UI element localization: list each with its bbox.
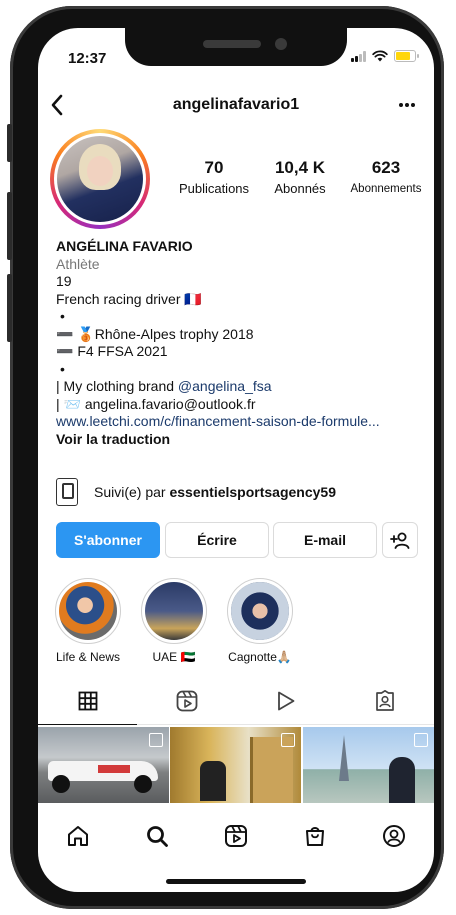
shop-bag-icon[interactable] bbox=[303, 824, 327, 848]
post-thumbnail[interactable] bbox=[38, 727, 169, 803]
bio-line: ➖ F4 FFSA 2021 bbox=[56, 343, 168, 359]
notch bbox=[125, 28, 347, 66]
profile-bio: ANGÉLINA FAVARIO Athlète 19 French racin… bbox=[56, 238, 426, 448]
followed-by-account: essentielsportsagency59 bbox=[169, 484, 336, 500]
speaker bbox=[203, 40, 261, 48]
volume-down-button bbox=[7, 274, 12, 342]
more-options-icon[interactable] bbox=[398, 102, 416, 108]
bottom-navigation bbox=[38, 814, 434, 858]
volume-up-button bbox=[7, 192, 12, 260]
bio-line: | My clothing brand @angelina_fsa bbox=[56, 378, 426, 396]
brand-mention-link[interactable]: @angelina_fsa bbox=[178, 378, 272, 394]
multi-post-icon bbox=[149, 733, 163, 747]
profile-full-name: ANGÉLINA FAVARIO bbox=[56, 238, 193, 254]
highlight-uae[interactable]: UAE 🇦🇪 bbox=[134, 578, 214, 664]
tagged-user-icon bbox=[375, 690, 394, 711]
bio-line: | 📨 angelina.favario@outlook.fr bbox=[56, 395, 256, 412]
post-thumbnail[interactable] bbox=[170, 727, 301, 803]
tab-posts-grid[interactable] bbox=[38, 678, 137, 725]
tab-videos[interactable] bbox=[236, 678, 335, 724]
tab-reels[interactable] bbox=[137, 678, 236, 724]
bio-line: French racing driver 🇫🇷 bbox=[56, 290, 202, 307]
profile-avatar[interactable] bbox=[50, 129, 150, 229]
posts-grid bbox=[38, 727, 434, 803]
tab-tagged[interactable] bbox=[335, 678, 434, 724]
search-icon[interactable] bbox=[145, 824, 169, 848]
email-button[interactable]: E-mail bbox=[273, 522, 377, 558]
multi-post-icon bbox=[414, 733, 428, 747]
suggested-users-button[interactable] bbox=[382, 522, 418, 558]
battery-icon bbox=[394, 50, 419, 62]
following-count: 623 bbox=[371, 158, 401, 177]
bio-line: 19 bbox=[56, 273, 72, 289]
mute-switch bbox=[7, 124, 12, 162]
highlight-label: Life & News bbox=[55, 650, 121, 664]
profile-tabs bbox=[38, 678, 434, 725]
posts-label: Publications bbox=[178, 181, 250, 196]
stat-followers[interactable]: 10,4 K Abonnés bbox=[260, 158, 340, 196]
signal-icon bbox=[351, 50, 366, 62]
following-label: Abonnements bbox=[350, 183, 422, 195]
status-time: 12:37 bbox=[68, 50, 107, 67]
highlight-label: UAE 🇦🇪 bbox=[152, 650, 196, 664]
stat-following[interactable]: 623 Abonnements bbox=[344, 158, 428, 195]
followed-by[interactable]: Suivi(e) par essentielsportsagency59 bbox=[56, 478, 336, 506]
bio-website-link[interactable]: www.leetchi.com/c/financement-saison-de-… bbox=[56, 413, 426, 431]
avatar-photo bbox=[57, 136, 143, 222]
posts-count: 70 bbox=[204, 158, 224, 177]
highlight-thumbnail bbox=[231, 582, 289, 640]
follow-button[interactable]: S'abonner bbox=[56, 522, 160, 558]
home-indicator bbox=[166, 879, 306, 884]
highlight-life-news[interactable]: Life & News bbox=[48, 578, 128, 664]
front-camera bbox=[275, 38, 287, 50]
post-thumbnail[interactable] bbox=[303, 727, 434, 803]
bio-line: ➖ 🥉Rhône-Alpes trophy 2018 bbox=[56, 325, 254, 342]
screen: 12:37 angelinafavario1 70 Publications 1… bbox=[38, 28, 434, 892]
reels-nav-icon[interactable] bbox=[224, 824, 248, 848]
profile-username: angelinafavario1 bbox=[172, 96, 300, 113]
stat-posts[interactable]: 70 Publications bbox=[174, 158, 254, 196]
multi-post-icon bbox=[281, 733, 295, 747]
message-button[interactable]: Écrire bbox=[165, 522, 269, 558]
highlight-thumbnail bbox=[145, 582, 203, 640]
profile-category: Athlète bbox=[56, 255, 100, 272]
reels-icon bbox=[176, 690, 197, 712]
add-user-icon bbox=[390, 532, 410, 549]
see-translation-link[interactable]: Voir la traduction bbox=[56, 431, 426, 449]
bio-line-text: | My clothing brand bbox=[56, 378, 178, 394]
story-highlights: Life & News UAE 🇦🇪 Cagnotte🙏🏼 bbox=[38, 578, 434, 668]
followers-count: 10,4 K bbox=[274, 158, 326, 177]
status-icons bbox=[351, 50, 419, 62]
home-icon[interactable] bbox=[66, 824, 90, 848]
followed-by-text: Suivi(e) par essentielsportsagency59 bbox=[94, 484, 336, 500]
profile-icon[interactable] bbox=[382, 824, 406, 848]
grid-icon bbox=[78, 691, 97, 711]
wifi-icon bbox=[372, 50, 388, 62]
top-bar: angelinafavario1 bbox=[38, 88, 434, 124]
followers-label: Abonnés bbox=[274, 181, 326, 196]
followed-by-prefix: Suivi(e) par bbox=[94, 484, 170, 500]
play-icon bbox=[277, 691, 294, 711]
highlight-thumbnail bbox=[59, 582, 117, 640]
bio-line: • bbox=[60, 308, 65, 324]
follower-avatar-icon bbox=[56, 478, 78, 506]
bio-line: • bbox=[60, 360, 65, 377]
highlight-cagnotte[interactable]: Cagnotte🙏🏼 bbox=[220, 578, 300, 664]
highlight-label: Cagnotte🙏🏼 bbox=[228, 650, 292, 664]
